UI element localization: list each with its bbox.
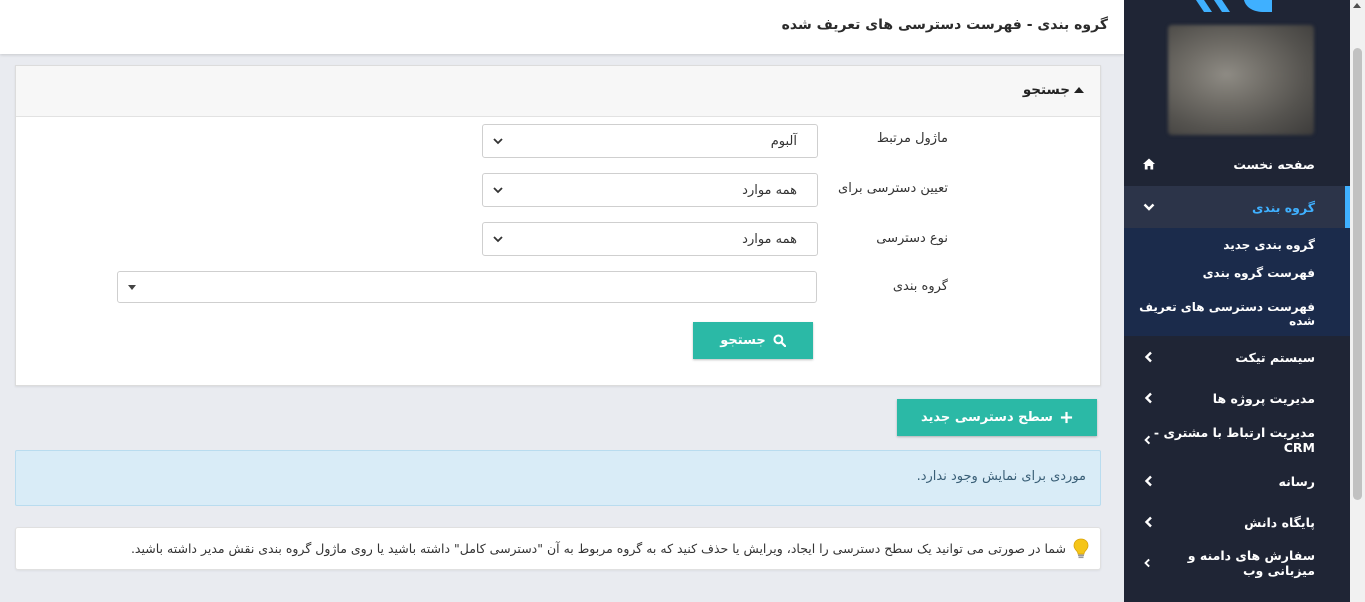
home-icon [1143, 158, 1155, 170]
scroll-up-arrow-icon[interactable] [1353, 3, 1361, 8]
permission-note: شما در صورتی می توانید یک سطح دسترسی را … [15, 527, 1101, 570]
access-for-select-value: همه موارد [742, 182, 797, 198]
module-select[interactable]: آلبوم [482, 124, 818, 158]
search-panel-toggle[interactable]: جستجو [1023, 82, 1084, 98]
lightbulb-icon [1073, 538, 1089, 559]
access-type-select-value: همه موارد [742, 231, 797, 247]
chevron-down-icon [493, 138, 503, 145]
new-access-level-label: سطح دسترسی جدید [921, 410, 1053, 425]
chevron-down-icon [1143, 203, 1155, 211]
search-icon [773, 334, 786, 347]
empty-state-message: موردی برای نمایش وجود ندارد. [916, 469, 1086, 484]
group-select[interactable] [117, 271, 817, 303]
module-label: ماژول مرتبط [876, 131, 948, 146]
sidebar-item-label: گروه بندی [1251, 199, 1315, 215]
sidebar-item-home[interactable]: صفحه نخست [1124, 144, 1350, 184]
new-access-level-button[interactable]: سطح دسترسی جدید [897, 399, 1097, 436]
search-button-label: جستجو [720, 333, 766, 348]
chevron-left-icon [1144, 475, 1152, 487]
empty-state-alert: موردی برای نمایش وجود ندارد. [15, 450, 1101, 506]
avatar [1168, 25, 1314, 135]
sidebar-item-label: مدیریت پروژه ها [1212, 390, 1315, 406]
permission-note-text: شما در صورتی می توانید یک سطح دسترسی را … [130, 541, 1066, 556]
chevron-left-icon [1144, 558, 1150, 568]
sidebar-item-projects[interactable]: مدیریت پروژه ها [1124, 378, 1350, 418]
page-scrollbar[interactable] [1350, 0, 1365, 602]
chevron-left-icon [1144, 351, 1152, 363]
logo-icon [1196, 0, 1272, 12]
group-label: گروه بندی [892, 279, 948, 294]
chevron-left-icon [1144, 516, 1152, 528]
page-header: گروه بندی - فهرست دسترسی های تعریف شده [0, 0, 1124, 54]
caret-up-icon [1074, 87, 1084, 93]
sidebar-item-grouping[interactable]: گروه بندی [1124, 186, 1350, 228]
chevron-left-icon [1144, 392, 1152, 404]
access-for-select[interactable]: همه موارد [482, 173, 818, 207]
sidebar-item-label: پایگاه دانش [1244, 514, 1315, 530]
sidebar-item-ticket-system[interactable]: سیستم تیکت [1124, 337, 1350, 377]
search-panel: جستجو ماژول مرتبط آلبوم تعیین دسترسی برا… [15, 65, 1101, 386]
submenu-item-access-list[interactable]: فهرست دسترسی های تعریف شده [1124, 300, 1315, 328]
access-for-label: تعیین دسترسی برای [838, 181, 948, 196]
sidebar-item-label: مدیریت ارتباط با مشتری - CRM [1153, 425, 1315, 455]
search-panel-title: جستجو [1022, 82, 1070, 98]
sidebar-item-knowledge-base[interactable]: پایگاه دانش [1124, 502, 1350, 542]
chevron-down-icon [493, 236, 503, 243]
search-button[interactable]: جستجو [693, 322, 813, 359]
sidebar-item-label: سفارش های دامنه و میزبانی وب [1187, 548, 1315, 578]
submenu-item-new-group[interactable]: گروه بندی جدید [1223, 238, 1315, 252]
sidebar-item-label: سیستم تیکت [1235, 349, 1315, 365]
sidebar-item-label: صفحه نخست [1233, 156, 1315, 172]
chevron-left-icon [1144, 435, 1151, 445]
search-panel-header[interactable]: جستجو [16, 66, 1100, 117]
access-type-select[interactable]: همه موارد [482, 222, 818, 256]
scroll-thumb[interactable] [1353, 48, 1362, 500]
submenu-item-group-list[interactable]: فهرست گروه بندی [1203, 266, 1315, 280]
page-title: گروه بندی - فهرست دسترسی های تعریف شده [781, 17, 1108, 33]
chevron-down-icon [493, 187, 503, 194]
sidebar-item-media[interactable]: رسانه [1124, 461, 1350, 501]
sidebar-item-domain-hosting[interactable]: سفارش های دامنه و میزبانی وب [1124, 543, 1350, 583]
sidebar-item-crm[interactable]: مدیریت ارتباط با مشتری - CRM [1124, 420, 1350, 460]
plus-icon [1060, 411, 1073, 424]
grouping-submenu: گروه بندی جدید فهرست گروه بندی فهرست دست… [1124, 228, 1350, 336]
caret-down-icon [128, 284, 136, 290]
sidebar: صفحه نخست گروه بندی گروه بندی جدید فهرست… [1124, 0, 1350, 602]
access-type-label: نوع دسترسی [876, 231, 948, 246]
module-select-value: آلبوم [770, 133, 797, 149]
sidebar-item-label: رسانه [1278, 473, 1315, 489]
